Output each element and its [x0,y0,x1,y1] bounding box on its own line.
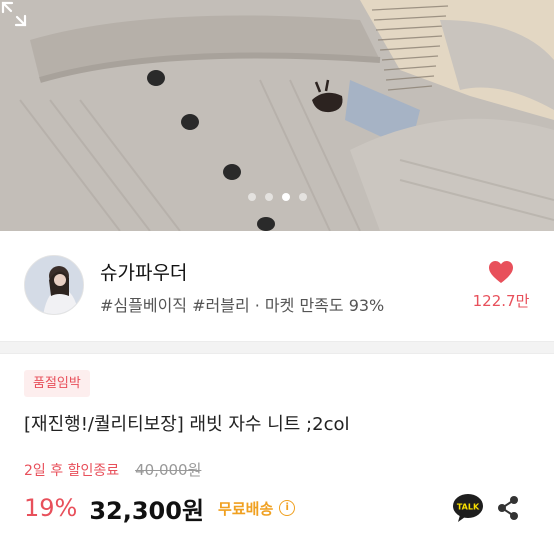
talk-label: TALK [457,503,480,512]
share-icon[interactable] [496,495,520,521]
like-count: 122.7만 [472,292,530,310]
discount-rate: 19% [24,494,78,522]
original-price: 40,000원 [135,461,202,479]
kakao-talk-icon[interactable]: TALK [452,493,484,523]
sale-timer-text: 2일 후 할인종료 [24,463,120,479]
free-shipping-label: 무료배송 [218,499,274,518]
carousel-dot[interactable] [247,193,256,201]
heart-icon[interactable] [488,260,514,284]
sale-timer: 2일 후 할인종료 40,000원 [24,459,201,480]
price-row: 19% 32,300원 무료배송 i [24,492,296,525]
store-tags: #심플베이직 #러블리 · 마켓 만족도 93% [100,296,385,315]
stock-badge: 품절임박 [24,370,90,397]
sale-price: 32,300원 [89,496,205,525]
store-name[interactable]: 슈가파우더 [100,258,187,285]
carousel-dot[interactable] [264,193,273,201]
carousel-dots [0,193,554,201]
product-image[interactable] [0,0,554,231]
info-icon[interactable]: i [279,500,296,516]
carousel-dot[interactable] [298,193,307,201]
product-title: [재진행!/퀄리티보장] 래빗 자수 니트 ;2col [24,414,350,435]
expand-icon[interactable] [0,0,28,28]
carousel-dot-active[interactable] [281,193,290,201]
section-divider [0,341,554,354]
seller-avatar[interactable] [24,255,84,315]
